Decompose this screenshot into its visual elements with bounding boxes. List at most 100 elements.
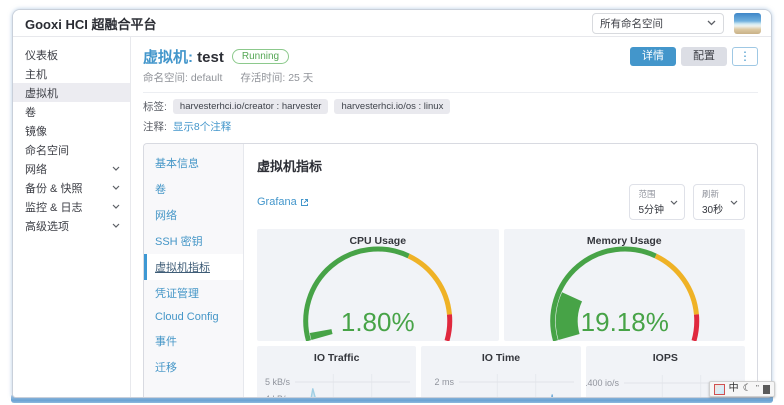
app-window: Gooxi HCI 超融合平台 所有命名空间 仪表板主机虚拟机卷镜像命名空间网络…	[12, 9, 772, 398]
svg-text:5 kB/s: 5 kB/s	[265, 377, 291, 387]
io-traffic-panel: IO Traffic 5 kB/s4 kB/s3 kB/s	[257, 346, 416, 398]
config-button[interactable]: 配置	[681, 47, 727, 66]
svg-text:2 ms: 2 ms	[435, 377, 455, 387]
metrics-title: 虚拟机指标	[257, 156, 745, 175]
chevron-down-icon	[670, 200, 678, 205]
namespace-filter-select[interactable]: 所有命名空间	[592, 13, 724, 34]
sidebar-item-dashboard[interactable]: 仪表板	[13, 45, 130, 64]
namespace-value: 命名空间: default	[143, 70, 222, 85]
metrics-panels: CPU Usage 1.80% Memory Usage 19.18% IO T…	[257, 229, 745, 398]
svg-text:4 kB/s: 4 kB/s	[265, 394, 291, 398]
tab-networks[interactable]: 网络	[144, 202, 243, 228]
detail-card: 基本信息卷网络SSH 密钥虚拟机指标凭证管理Cloud Config事件迁移 虚…	[143, 143, 758, 397]
svg-text:1.80%: 1.80%	[341, 307, 415, 337]
memory-usage-panel: Memory Usage 19.18%	[504, 229, 746, 341]
tab-volumes[interactable]: 卷	[144, 176, 243, 202]
sidebar-item-namespaces[interactable]: 命名空间	[13, 140, 130, 159]
metrics-toolbar: Grafana 范围 5分钟 刷新 30秒	[257, 185, 745, 219]
sidebar: 仪表板主机虚拟机卷镜像命名空间网络备份 & 快照监控 & 日志高级选项	[13, 37, 131, 397]
sidebar-item-label: 监控 & 日志	[25, 199, 82, 215]
tab-migration[interactable]: 迁移	[144, 354, 243, 380]
detail-tabs: 基本信息卷网络SSH 密钥虚拟机指标凭证管理Cloud Config事件迁移	[144, 144, 244, 397]
chevron-down-icon	[112, 166, 120, 171]
tab-ssh-keys[interactable]: SSH 密钥	[144, 228, 243, 254]
header-actions: 详情 配置 ⋮	[630, 47, 758, 66]
sidebar-item-advanced[interactable]: 高级选项	[13, 216, 130, 235]
sidebar-item-hosts[interactable]: 主机	[13, 64, 130, 83]
chevron-down-icon	[707, 20, 716, 26]
cpu-usage-panel: CPU Usage 1.80%	[257, 229, 499, 341]
details-button[interactable]: 详情	[630, 47, 676, 66]
panel-title: IO Time	[421, 346, 580, 364]
grafana-link[interactable]: Grafana	[257, 196, 309, 208]
resource-name: test	[197, 49, 224, 66]
page-header: 虚拟机: test Running 详情 配置 ⋮	[143, 45, 758, 67]
tag-badge: harvesterhci.io/os : linux	[334, 99, 450, 114]
chevron-down-icon	[112, 223, 120, 228]
sidebar-item-backup-snapshot[interactable]: 备份 & 快照	[13, 178, 130, 197]
app-title: Gooxi HCI 超融合平台	[25, 14, 156, 33]
labels-row: 标签: harvesterhci.io/creator : harvester h…	[143, 99, 758, 114]
tab-cloud-config[interactable]: Cloud Config	[144, 306, 243, 328]
ime-toolbar: 中 ☾ ’’	[709, 381, 775, 397]
tag-badge: harvesterhci.io/creator : harvester	[173, 99, 329, 114]
sidebar-item-label: 命名空间	[25, 142, 69, 158]
show-annotations-link[interactable]: 显示8个注释	[173, 119, 231, 134]
annotations-label: 注释:	[143, 119, 167, 134]
labels-label: 标签:	[143, 99, 167, 114]
refresh-select[interactable]: 刷新 30秒	[693, 184, 745, 220]
chart-row: IO Traffic 5 kB/s4 kB/s3 kB/s IO Time 2 …	[257, 346, 745, 398]
sidebar-item-label: 主机	[25, 66, 47, 82]
tab-content: 虚拟机指标 Grafana 范围 5分钟	[244, 144, 757, 397]
panel-title: CPU Usage	[257, 229, 499, 247]
page-title: 虚拟机: test	[143, 46, 224, 67]
sidebar-item-label: 仪表板	[25, 47, 58, 63]
ime-picture-icon[interactable]	[714, 384, 725, 395]
grafana-link-label: Grafana	[257, 196, 297, 208]
panel-title: IOPS	[586, 346, 745, 364]
panel-title: Memory Usage	[504, 229, 746, 247]
external-link-icon	[300, 198, 309, 207]
resource-type-link[interactable]: 虚拟机:	[143, 49, 193, 66]
refresh-value: 30秒	[702, 201, 724, 216]
range-value: 5分钟	[638, 201, 664, 216]
user-avatar[interactable]	[734, 13, 761, 34]
refresh-label: 刷新	[702, 188, 724, 200]
tab-credentials[interactable]: 凭证管理	[144, 280, 243, 306]
chevron-down-icon	[112, 204, 120, 209]
tab-events[interactable]: 事件	[144, 328, 243, 354]
top-bar: Gooxi HCI 超融合平台 所有命名空间	[13, 10, 771, 37]
sidebar-item-label: 备份 & 快照	[25, 180, 82, 196]
gauge-row: CPU Usage 1.80% Memory Usage 19.18%	[257, 229, 745, 341]
sidebar-item-images[interactable]: 镜像	[13, 121, 130, 140]
sidebar-item-label: 虚拟机	[25, 85, 58, 101]
svg-text:0.400 io/s: 0.400 io/s	[586, 378, 619, 388]
metrics-controls: 范围 5分钟 刷新 30秒	[629, 184, 745, 220]
ime-punctuation-icon[interactable]: ’’	[756, 382, 759, 396]
sidebar-item-monitoring-logs[interactable]: 监控 & 日志	[13, 197, 130, 216]
ime-keyboard-icon[interactable]	[763, 385, 770, 394]
range-label: 范围	[638, 188, 664, 200]
range-select[interactable]: 范围 5分钟	[629, 184, 685, 220]
panel-title: IO Traffic	[257, 346, 416, 364]
sidebar-item-networks[interactable]: 网络	[13, 159, 130, 178]
sidebar-item-label: 卷	[25, 104, 36, 120]
more-actions-button[interactable]: ⋮	[732, 47, 758, 66]
sidebar-item-volumes[interactable]: 卷	[13, 102, 130, 121]
sidebar-item-label: 镜像	[25, 123, 47, 139]
svg-text:19.18%: 19.18%	[580, 307, 668, 337]
tab-vm-metrics[interactable]: 虚拟机指标	[144, 254, 243, 280]
sidebar-item-vms[interactable]: 虚拟机	[13, 83, 130, 102]
chevron-down-icon	[730, 200, 738, 205]
topbar-right: 所有命名空间	[592, 13, 761, 34]
ime-language-indicator[interactable]: 中	[729, 382, 739, 396]
sidebar-item-label: 网络	[25, 161, 47, 177]
annotations-row: 注释: 显示8个注释	[143, 119, 758, 134]
namespace-filter-value: 所有命名空间	[600, 16, 663, 31]
tab-basic[interactable]: 基本信息	[144, 150, 243, 176]
age-value: 存活时间: 25 天	[240, 70, 313, 85]
ime-moon-icon[interactable]: ☾	[743, 382, 752, 396]
chevron-down-icon	[112, 185, 120, 190]
app-body: 仪表板主机虚拟机卷镜像命名空间网络备份 & 快照监控 & 日志高级选项 虚拟机:…	[13, 37, 771, 397]
divider	[143, 92, 758, 93]
